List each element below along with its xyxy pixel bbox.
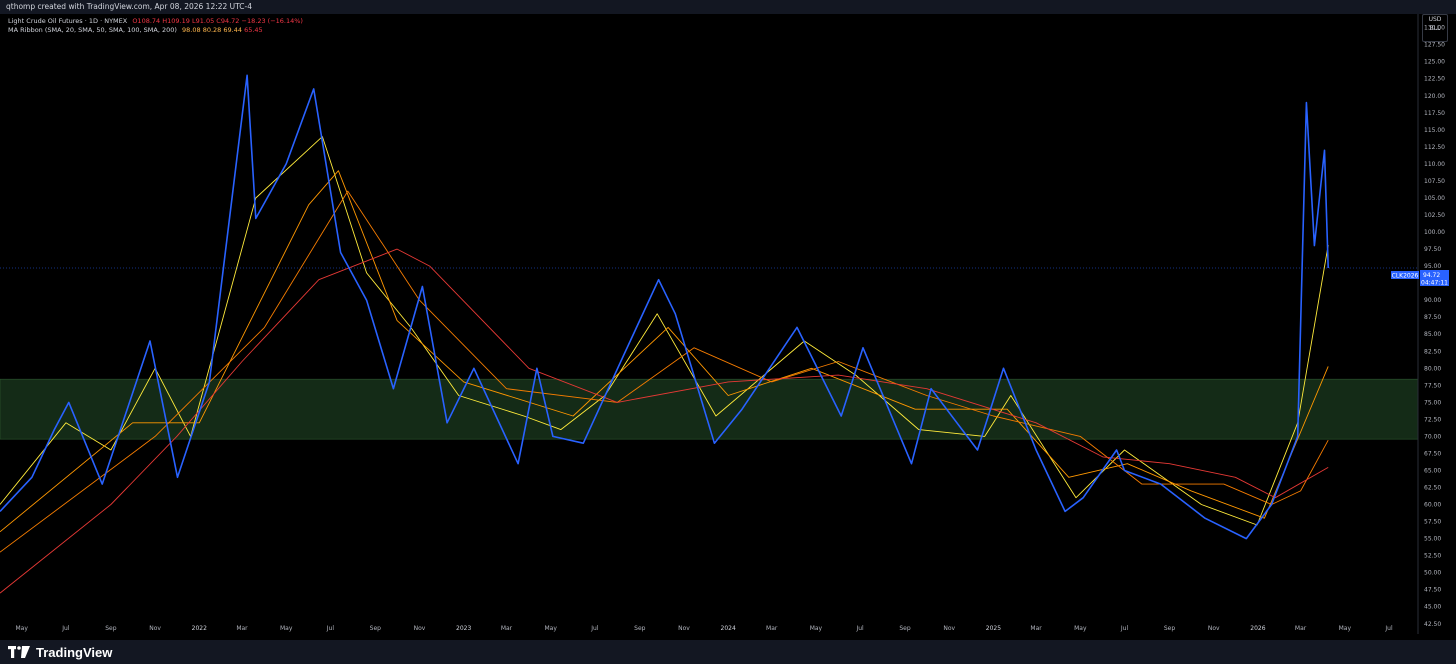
ribbon-value-200: 65.45 (244, 26, 263, 34)
ribbon-value-100: 69.44 (223, 26, 242, 34)
symbol-title[interactable]: Light Crude Oil Futures · 1D · NYMEX (8, 17, 127, 25)
legend-high: H109.19 (162, 17, 190, 25)
ribbon-value-50: 80.28 (202, 26, 222, 34)
legend-close: C94.72 (216, 17, 240, 25)
symbol-legend[interactable]: Light Crude Oil Futures · 1D · NYMEX O10… (8, 17, 303, 25)
ribbon-value-20: 98.08 (182, 26, 201, 34)
legend-low: L91.05 (191, 17, 215, 25)
currency-label: USD (1428, 16, 1442, 23)
legend-change: −18.23 (−16.14%) (241, 17, 303, 25)
footer-bar: TradingView (0, 640, 1456, 664)
chart-frame[interactable]: Light Crude Oil Futures · 1D · NYMEX O10… (0, 14, 1456, 640)
legend-open: O108.74 (132, 17, 161, 25)
header-bar: qthomp created with TradingView.com, Apr… (0, 0, 1456, 14)
currency-unit-button[interactable]: USD BLL (1422, 14, 1448, 42)
tradingview-logo-icon (8, 646, 30, 658)
ribbon-label[interactable]: MA Ribbon (SMA, 20, SMA, 50, SMA, 100, S… (8, 26, 177, 34)
header-credit: qthomp created with TradingView.com, Apr… (6, 2, 253, 11)
ribbon-legend[interactable]: MA Ribbon (SMA, 20, SMA, 50, SMA, 100, S… (8, 26, 263, 34)
unit-label: BLL (1429, 25, 1441, 32)
brand-name: TradingView (36, 644, 113, 660)
tradingview-logo[interactable]: TradingView (8, 643, 112, 661)
